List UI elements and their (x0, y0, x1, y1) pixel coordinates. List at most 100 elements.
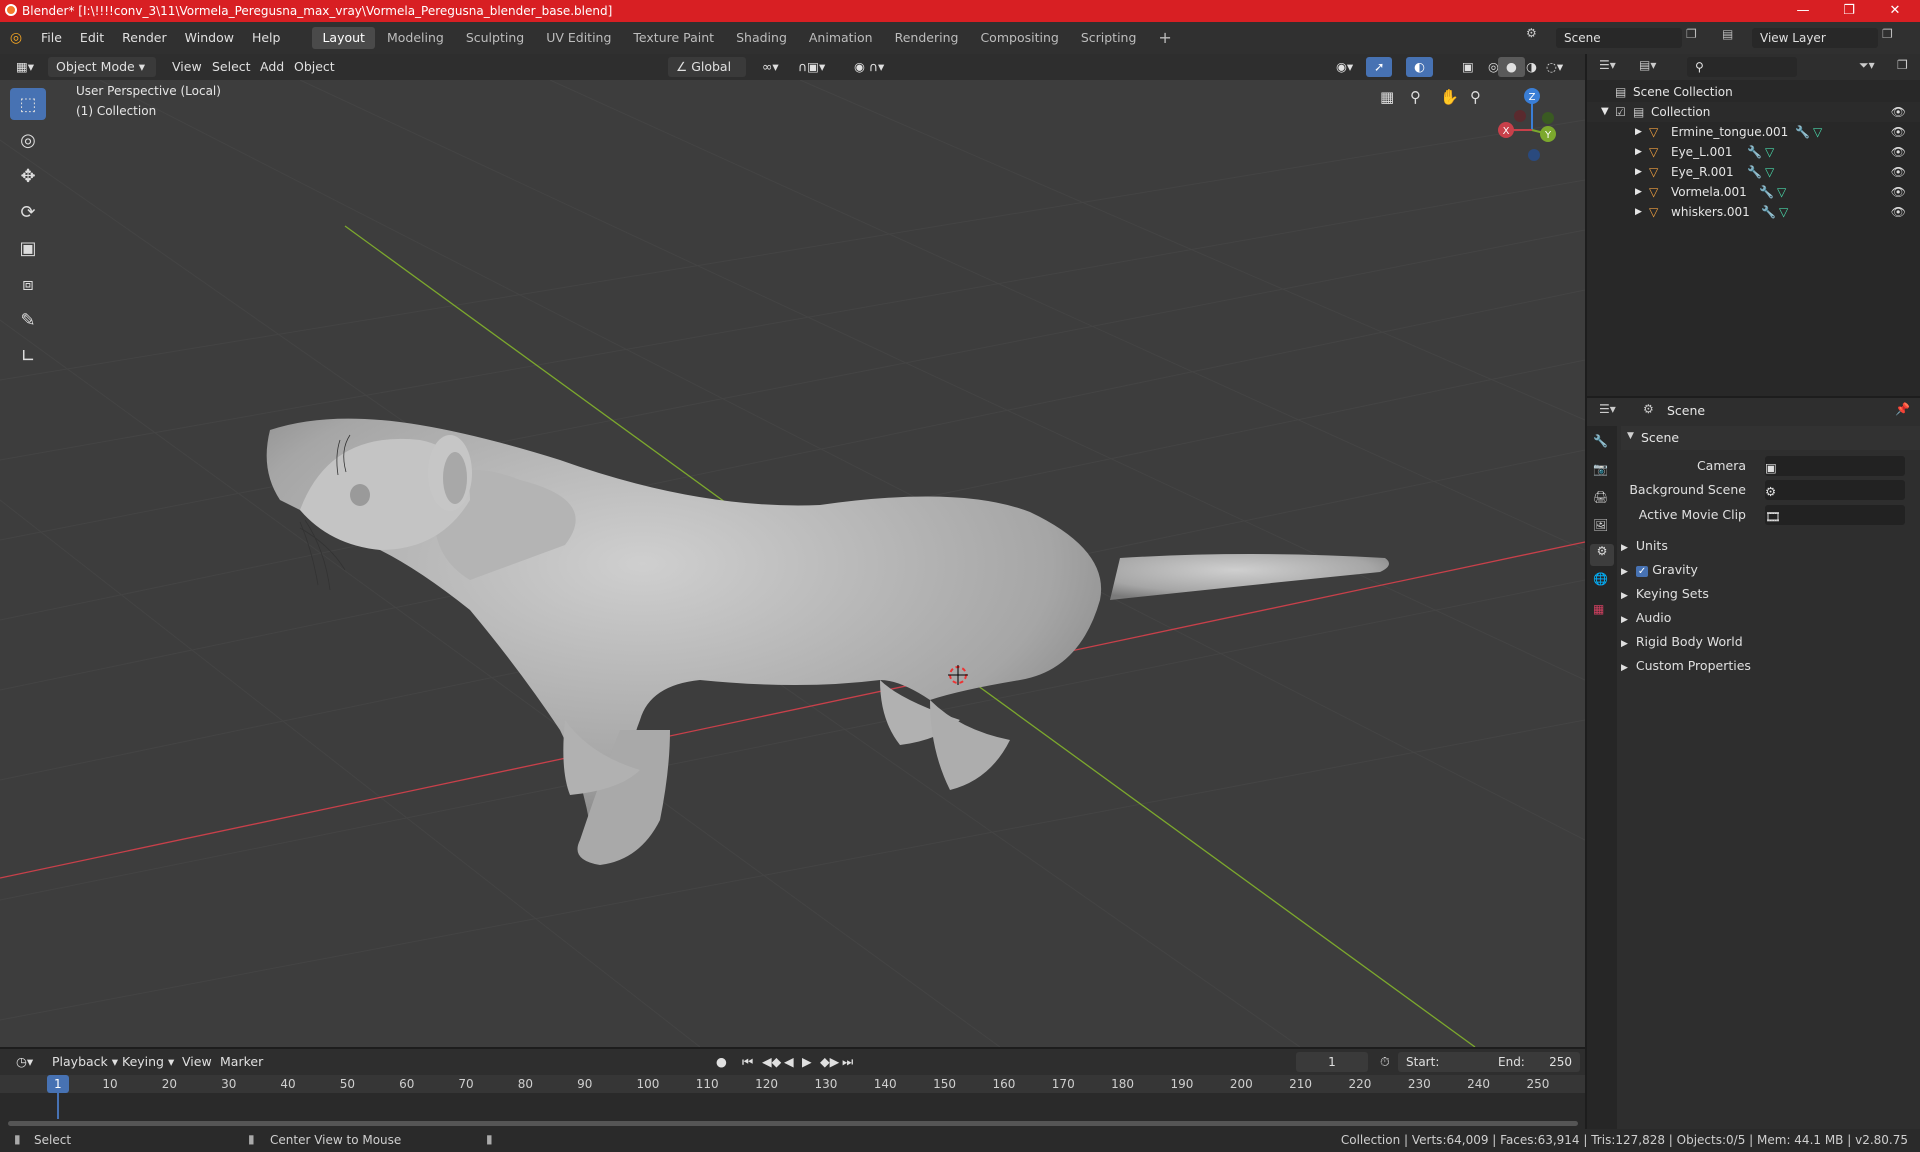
measure-tool-icon[interactable]: ∟ (10, 340, 46, 372)
outliner-search-input[interactable]: ⚲ (1687, 57, 1797, 77)
new-scene-icon[interactable]: ❐ (1686, 27, 1697, 41)
select-box-icon[interactable]: ⬚ (10, 88, 46, 120)
tab-texture-paint[interactable]: Texture Paint (623, 27, 724, 49)
timeline-scrollbar[interactable] (8, 1121, 1578, 1126)
view-layer-tab-icon[interactable]: 🖼 (1593, 518, 1608, 532)
tree-row-scene-collection[interactable]: ▤ Scene Collection (1587, 82, 1920, 102)
add-workspace-icon[interactable]: + (1148, 27, 1181, 49)
section-audio[interactable]: ▶ Audio (1621, 606, 1914, 630)
grid-view-icon[interactable]: ▦ (1380, 88, 1394, 106)
tree-row-object[interactable]: ▶ ▽ Eye_R.001 🔧 ▽ 👁 (1587, 162, 1920, 182)
collection-checkbox[interactable]: ☑ (1615, 102, 1626, 122)
tree-row-collection[interactable]: ▼ ☑ ▤ Collection 👁 (1587, 102, 1920, 122)
object-mode-dropdown[interactable]: Object Mode ▾ (48, 57, 156, 77)
camera-field[interactable]: ▣ (1765, 456, 1905, 476)
pan-hand-icon[interactable]: ✋ (1440, 88, 1459, 106)
snap-icon[interactable]: ∩▣▾ (790, 57, 833, 77)
render-tab-icon[interactable]: 📷 (1593, 462, 1608, 476)
orientation-dropdown[interactable]: ∠ Global ▾ (668, 57, 746, 94)
output-tab-icon[interactable]: 🖨 (1593, 490, 1608, 504)
close-button[interactable]: ✕ (1872, 0, 1918, 22)
modifier-wrench-icon[interactable]: 🔧 (1761, 202, 1776, 222)
gravity-checkbox[interactable]: ✓ (1635, 566, 1649, 577)
tab-sculpting[interactable]: Sculpting (456, 27, 534, 49)
cursor-tool-icon[interactable]: ◎ (10, 124, 46, 156)
modifier-wrench-icon[interactable]: 🔧 (1795, 122, 1810, 142)
tool-tab-icon[interactable]: 🔧 (1593, 434, 1608, 448)
modifier-wrench-icon[interactable]: 🔧 (1747, 142, 1762, 162)
modifier-wrench-icon[interactable]: 🔧 (1759, 182, 1774, 202)
tab-uv-editing[interactable]: UV Editing (536, 27, 621, 49)
movie-clip-field[interactable]: 🎞 (1765, 505, 1905, 525)
eye-icon[interactable]: 👁 (1891, 122, 1906, 142)
scene-tab-icon[interactable]: ⚙ (1590, 544, 1614, 566)
transform-tool-icon[interactable]: ⧈ (10, 268, 46, 300)
scene-panel-header[interactable]: ▼ Scene (1621, 426, 1920, 450)
xray-icon[interactable]: ▣ (1454, 57, 1482, 77)
expand-arrow-icon[interactable]: ▶ (1635, 142, 1642, 162)
eye-icon[interactable]: 👁 (1891, 102, 1906, 122)
section-units[interactable]: ▶ Units (1621, 534, 1914, 558)
expand-arrow-icon[interactable]: ▶ (1635, 202, 1642, 222)
pin-icon[interactable]: 📌 (1895, 402, 1910, 416)
move-tool-icon[interactable]: ✥ (10, 160, 46, 192)
tab-layout[interactable]: Layout (312, 27, 375, 49)
properties-editor-icon[interactable]: ☰▾ (1599, 402, 1616, 416)
blender-menu-icon[interactable]: ◎ (0, 30, 32, 46)
world-tab-icon[interactable]: 🌐 (1593, 572, 1608, 586)
editor-type-icon[interactable]: ▦▾ (8, 57, 42, 77)
outliner-editor-icon[interactable]: ☰▾ (1599, 58, 1616, 72)
menu-help[interactable]: Help (243, 22, 290, 54)
proportional-edit-icon[interactable]: ◉ ∩▾ (846, 57, 892, 77)
tab-rendering[interactable]: Rendering (885, 27, 969, 49)
section-gravity[interactable]: ▶ ✓ Gravity (1621, 558, 1914, 582)
select-menu[interactable]: Select (204, 57, 259, 77)
pivot-icon[interactable]: ∞▾ (754, 57, 787, 77)
expand-arrow-icon[interactable]: ▶ (1635, 162, 1642, 182)
modifier-wrench-icon[interactable]: 🔧 (1747, 162, 1762, 182)
menu-edit[interactable]: Edit (71, 22, 113, 54)
mesh-data-icon[interactable]: ▽ (1777, 182, 1786, 202)
ermine-model[interactable] (266, 418, 1389, 865)
navigation-gizmo[interactable]: Z X Y (1498, 88, 1556, 161)
expand-arrow-icon[interactable]: ▼ (1601, 102, 1609, 122)
menu-file[interactable]: File (32, 22, 71, 54)
mesh-data-icon[interactable]: ▽ (1765, 142, 1774, 162)
new-view-layer-icon[interactable]: ❐ (1882, 27, 1893, 41)
visibility-icon[interactable]: ◉▾ (1328, 57, 1361, 77)
section-rigid-body-world[interactable]: ▶ Rigid Body World (1621, 630, 1914, 654)
menu-window[interactable]: Window (176, 22, 243, 54)
3d-viewport[interactable]: Z X Y User Perspective (Local) (1) Colle… (0, 80, 1585, 1047)
eye-icon[interactable]: 👁 (1891, 142, 1906, 162)
rotate-tool-icon[interactable]: ⟳ (10, 196, 46, 228)
eye-icon[interactable]: 👁 (1891, 162, 1906, 182)
rendered-shading-icon[interactable]: ◌▾ (1538, 57, 1571, 77)
eye-icon[interactable]: 👁 (1891, 202, 1906, 222)
mesh-data-icon[interactable]: ▽ (1779, 202, 1788, 222)
background-scene-field[interactable]: ⚙ (1765, 480, 1905, 500)
mesh-data-icon[interactable]: ▽ (1765, 162, 1774, 182)
tree-row-object[interactable]: ▶ ▽ whiskers.001 🔧 ▽ 👁 (1587, 202, 1920, 222)
eye-icon[interactable]: 👁 (1891, 182, 1906, 202)
minimize-button[interactable]: — (1780, 0, 1826, 22)
tab-scripting[interactable]: Scripting (1071, 27, 1147, 49)
zoom-icon[interactable]: ⚲ (1470, 88, 1481, 106)
annotate-tool-icon[interactable]: ✎ (10, 304, 46, 336)
object-menu[interactable]: Object (286, 57, 343, 77)
tree-row-object[interactable]: ▶ ▽ Vormela.001 🔧 ▽ 👁 (1587, 182, 1920, 202)
tab-compositing[interactable]: Compositing (970, 27, 1068, 49)
menu-render[interactable]: Render (113, 22, 176, 54)
overlay-toggle-icon[interactable]: ◐ (1406, 57, 1433, 77)
tab-modeling[interactable]: Modeling (377, 27, 454, 49)
view-menu[interactable]: View (164, 57, 210, 77)
scene-field[interactable]: Scene (1556, 28, 1682, 48)
expand-arrow-icon[interactable]: ▶ (1635, 182, 1642, 202)
view-layer-icon[interactable]: ▤ (1722, 27, 1733, 41)
new-collection-icon[interactable]: ❐ (1897, 58, 1908, 72)
filter-icon[interactable]: ⏷▾ (1859, 58, 1875, 73)
tree-row-object[interactable]: ▶ ▽ Ermine_tongue.001 🔧 ▽ 👁 (1587, 122, 1920, 142)
camera-view-icon[interactable]: ⚲ (1410, 88, 1421, 106)
panel-expand-icon[interactable]: ▼ (1627, 431, 1634, 441)
display-mode-icon[interactable]: ▤▾ (1639, 58, 1656, 72)
tab-shading[interactable]: Shading (726, 27, 797, 49)
